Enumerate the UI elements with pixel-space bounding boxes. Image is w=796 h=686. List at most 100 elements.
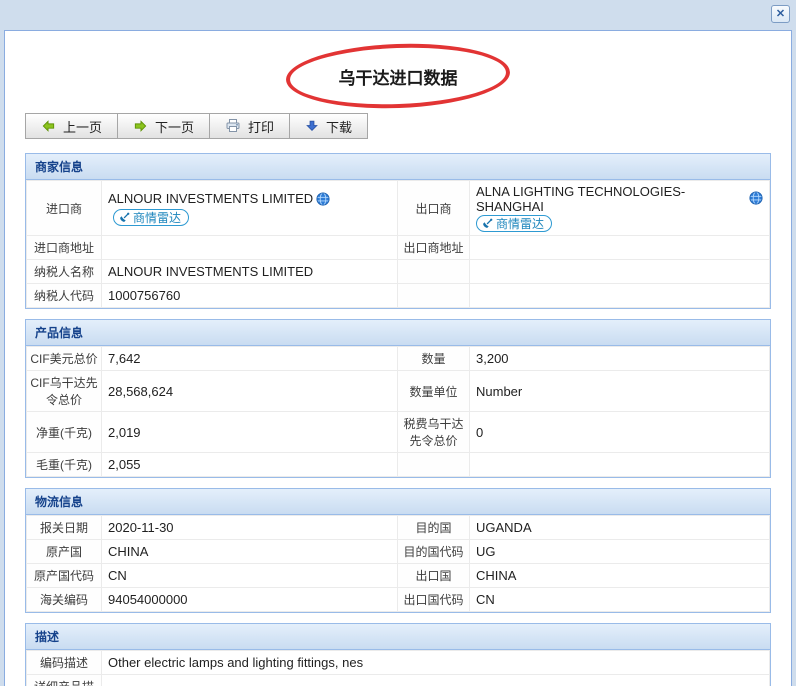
importer-value: ALNOUR INVESTMENTS LIMITED (108, 191, 313, 206)
section-description: 描述 编码描述 Other electric lamps and lightin… (25, 623, 771, 686)
cif-ugx-label: CIF乌干达先令总价 (27, 371, 102, 412)
exporter-value-cell: ALNA LIGHTING TECHNOLOGIES-SHANGHAI 商情雷达 (470, 181, 770, 236)
export-country-value: CHINA (470, 564, 770, 588)
table-row: 详细产品描述 LPDL-5A-Y- 2700K LED DOWN LIGHT L… (27, 675, 770, 686)
dest-code-label: 目的国代码 (398, 540, 470, 564)
origin-code-label: 原产国代码 (27, 564, 102, 588)
hs-code-label: 海关编码 (27, 588, 102, 612)
export-code-label: 出口国代码 (398, 588, 470, 612)
code-description-value: Other electric lamps and lighting fittin… (102, 651, 770, 675)
print-label: 打印 (248, 117, 274, 136)
section-merchant-header: 商家信息 (26, 154, 770, 180)
table-row: 原产国 CHINA 目的国代码 UG (27, 540, 770, 564)
section-merchant: 商家信息 进口商 ALNOUR INVESTMENTS LIMITED 商情雷达 … (25, 153, 771, 309)
empty-cell (470, 260, 770, 284)
tax-ugx-value: 0 (470, 412, 770, 453)
blue-down-arrow-icon (305, 119, 319, 133)
logistics-table: 报关日期 2020-11-30 目的国 UGANDA 原产国 CHINA 目的国… (26, 515, 770, 612)
origin-code-value: CN (102, 564, 398, 588)
section-logistics-header: 物流信息 (26, 489, 770, 515)
exporter-value: ALNA LIGHTING TECHNOLOGIES-SHANGHAI (476, 184, 746, 214)
green-left-arrow-icon (41, 119, 56, 134)
detail-description-value: LPDL-5A-Y- 2700K LED DOWN LIGHT LPDL-5A-… (102, 675, 770, 686)
close-icon: ✕ (776, 8, 785, 20)
table-row: 净重(千克) 2,019 税费乌干达先令总价 0 (27, 412, 770, 453)
net-weight-value: 2,019 (102, 412, 398, 453)
table-row: 编码描述 Other electric lamps and lighting f… (27, 651, 770, 675)
tax-ugx-label: 税费乌干达先令总价 (398, 412, 470, 453)
printer-icon (225, 118, 241, 134)
empty-cell (398, 453, 470, 477)
empty-cell (470, 284, 770, 308)
description-table: 编码描述 Other electric lamps and lighting f… (26, 650, 770, 686)
globe-icon[interactable] (749, 191, 763, 208)
page-title: 乌干达进口数据 (339, 64, 458, 89)
table-row: 海关编码 94054000000 出口国代码 CN (27, 588, 770, 612)
toolbar: 上一页 下一页 打印 下载 (25, 113, 791, 139)
importer-label: 进口商 (27, 181, 102, 236)
dialog-panel: 乌干达进口数据 上一页 下一页 打印 下载 商家信息 进口商 ALNOUR IN… (4, 30, 792, 686)
table-row: 原产国代码 CN 出口国 CHINA (27, 564, 770, 588)
empty-cell (398, 284, 470, 308)
table-row: 纳税人名称 ALNOUR INVESTMENTS LIMITED (27, 260, 770, 284)
download-label: 下载 (326, 117, 352, 136)
globe-icon[interactable] (316, 192, 330, 209)
prev-page-button[interactable]: 上一页 (25, 113, 118, 139)
origin-country-value: CHINA (102, 540, 398, 564)
origin-country-label: 原产国 (27, 540, 102, 564)
radar-badge[interactable]: 商情雷达 (476, 215, 552, 232)
table-row: CIF乌干达先令总价 28,568,624 数量单位 Number (27, 371, 770, 412)
dest-country-label: 目的国 (398, 516, 470, 540)
taxpayer-name-value: ALNOUR INVESTMENTS LIMITED (102, 260, 398, 284)
detail-description-label: 详细产品描述 (27, 675, 102, 686)
download-button[interactable]: 下载 (289, 113, 368, 139)
importer-address-value (102, 236, 398, 260)
print-button[interactable]: 打印 (209, 113, 290, 139)
empty-cell (470, 453, 770, 477)
next-page-label: 下一页 (155, 117, 194, 136)
exporter-label: 出口商 (398, 181, 470, 236)
section-logistics: 物流信息 报关日期 2020-11-30 目的国 UGANDA 原产国 CHIN… (25, 488, 771, 613)
exporter-address-value (470, 236, 770, 260)
radar-badge[interactable]: 商情雷达 (113, 209, 189, 226)
title-zone: 乌干达进口数据 (5, 47, 791, 105)
net-weight-label: 净重(千克) (27, 412, 102, 453)
code-description-label: 编码描述 (27, 651, 102, 675)
taxpayer-name-label: 纳税人名称 (27, 260, 102, 284)
cif-usd-value: 7,642 (102, 347, 398, 371)
satellite-dish-icon (481, 217, 494, 230)
radar-label: 商情雷达 (496, 215, 544, 232)
table-row: 纳税人代码 1000756760 (27, 284, 770, 308)
dest-country-value: UGANDA (470, 516, 770, 540)
table-row: 报关日期 2020-11-30 目的国 UGANDA (27, 516, 770, 540)
declare-date-value: 2020-11-30 (102, 516, 398, 540)
table-row: 毛重(千克) 2,055 (27, 453, 770, 477)
empty-cell (398, 260, 470, 284)
gross-weight-label: 毛重(千克) (27, 453, 102, 477)
quantity-unit-label: 数量单位 (398, 371, 470, 412)
hs-code-value: 94054000000 (102, 588, 398, 612)
close-button[interactable]: ✕ (771, 5, 790, 23)
section-product-header: 产品信息 (26, 320, 770, 346)
taxpayer-code-value: 1000756760 (102, 284, 398, 308)
export-code-value: CN (470, 588, 770, 612)
dest-code-value: UG (470, 540, 770, 564)
product-table: CIF美元总价 7,642 数量 3,200 CIF乌干达先令总价 28,568… (26, 346, 770, 477)
radar-label: 商情雷达 (133, 209, 181, 226)
taxpayer-code-label: 纳税人代码 (27, 284, 102, 308)
quantity-unit-value: Number (470, 371, 770, 412)
export-country-label: 出口国 (398, 564, 470, 588)
prev-page-label: 上一页 (63, 117, 102, 136)
table-row: 进口商地址 出口商地址 (27, 236, 770, 260)
section-product: 产品信息 CIF美元总价 7,642 数量 3,200 CIF乌干达先令总价 2… (25, 319, 771, 478)
quantity-value: 3,200 (470, 347, 770, 371)
next-page-button[interactable]: 下一页 (117, 113, 210, 139)
gross-weight-value: 2,055 (102, 453, 398, 477)
quantity-label: 数量 (398, 347, 470, 371)
cif-ugx-value: 28,568,624 (102, 371, 398, 412)
cif-usd-label: CIF美元总价 (27, 347, 102, 371)
section-description-header: 描述 (26, 624, 770, 650)
table-row: 进口商 ALNOUR INVESTMENTS LIMITED 商情雷达 出口商 A… (27, 181, 770, 236)
declare-date-label: 报关日期 (27, 516, 102, 540)
importer-address-label: 进口商地址 (27, 236, 102, 260)
